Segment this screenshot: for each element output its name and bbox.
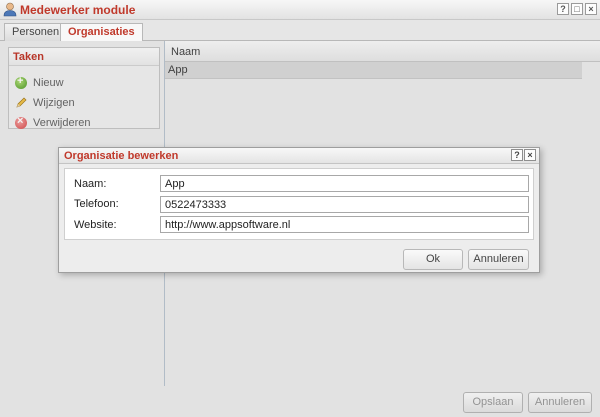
naam-label: Naam:	[74, 178, 107, 190]
window-titlebar: Medewerker module ? □ ×	[0, 0, 600, 20]
telefoon-field[interactable]	[160, 196, 529, 213]
edit-organisation-dialog: Organisatie bewerken ? × Naam: Telefoon:…	[58, 147, 540, 273]
dialog-controls: ? ×	[511, 149, 536, 161]
tab-strip: Personen Organisaties	[0, 20, 600, 42]
maximize-icon[interactable]: □	[571, 3, 583, 15]
help-icon[interactable]: ?	[557, 3, 569, 15]
website-label: Website:	[74, 219, 117, 231]
dialog-cancel-button[interactable]: Annuleren	[468, 249, 529, 270]
tab-organisaties[interactable]: Organisaties	[60, 23, 143, 42]
dialog-titlebar: Organisatie bewerken ? ×	[59, 148, 539, 164]
dialog-close-icon[interactable]: ×	[524, 149, 536, 161]
dialog-form: Naam: Telefoon: Website:	[64, 168, 534, 240]
telefoon-label: Telefoon:	[74, 198, 119, 210]
user-icon	[3, 2, 17, 17]
tab-personen[interactable]: Personen	[4, 23, 68, 41]
dialog-title: Organisatie bewerken	[64, 150, 179, 162]
window-title: Medewerker module	[20, 3, 136, 17]
close-icon[interactable]: ×	[585, 3, 597, 15]
window-controls: ? □ ×	[557, 3, 597, 15]
website-field[interactable]	[160, 216, 529, 233]
ok-button[interactable]: Ok	[403, 249, 463, 270]
naam-field[interactable]	[160, 175, 529, 192]
dialog-help-icon[interactable]: ?	[511, 149, 523, 161]
